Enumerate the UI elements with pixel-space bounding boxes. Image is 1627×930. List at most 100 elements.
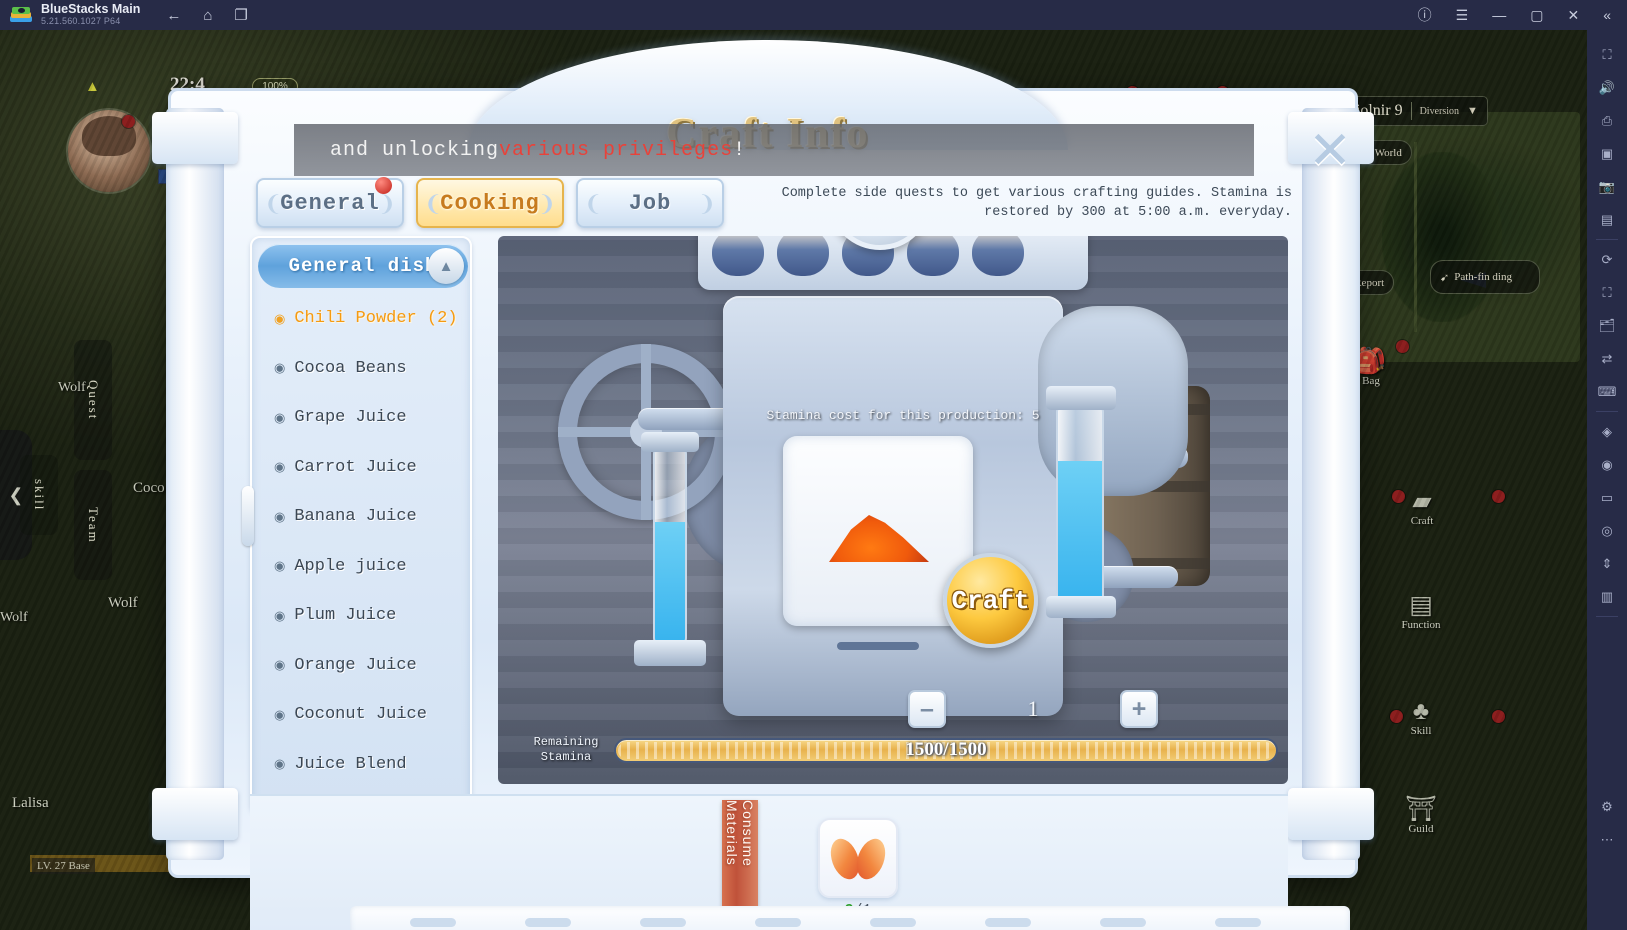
settings-icon[interactable]: ⚙ bbox=[1590, 790, 1624, 823]
more-icon[interactable]: ⋯ bbox=[1590, 823, 1624, 856]
wifi-icon: ▲ bbox=[85, 78, 100, 95]
chevron-up-icon[interactable]: ▲ bbox=[428, 248, 464, 284]
divider bbox=[1596, 411, 1618, 412]
npc-label-lalisa: Lalisa bbox=[12, 795, 49, 812]
media-manager-icon[interactable]: 🗂 bbox=[1590, 309, 1624, 342]
tab-cooking[interactable]: ❨ Cooking ❩ bbox=[416, 178, 564, 228]
home-icon[interactable]: ⌂ bbox=[203, 8, 212, 23]
recipe-name: Apple juice bbox=[294, 557, 406, 576]
category-selector[interactable]: General dish ▲ bbox=[258, 244, 468, 288]
scroll-ornament-icon: ❩ bbox=[538, 193, 556, 215]
list-item[interactable]: ◉ Grape Juice bbox=[252, 393, 472, 443]
video-record-icon[interactable]: ▣ bbox=[1590, 137, 1624, 170]
tab-general-badge bbox=[375, 177, 392, 194]
location-icon[interactable]: ◎ bbox=[1590, 514, 1624, 547]
radio-icon: ◉ bbox=[274, 756, 285, 772]
list-item[interactable]: ◉ Chili Powder (2) bbox=[252, 294, 472, 344]
maximize-icon[interactable]: ▢ bbox=[1530, 8, 1543, 22]
right-tube-cap-top bbox=[1046, 386, 1116, 410]
collapse-sidebar-icon[interactable]: « bbox=[1603, 8, 1611, 22]
eco-mode-icon[interactable]: ◈ bbox=[1590, 415, 1624, 448]
book-icon: ▤ bbox=[1378, 592, 1464, 619]
sidebar-item-team[interactable]: Team bbox=[74, 470, 112, 580]
npc-label-wolf-3: Wolf bbox=[0, 610, 28, 626]
gallery-icon[interactable]: ▤ bbox=[1590, 203, 1624, 236]
volume-icon[interactable]: 🔊 bbox=[1590, 71, 1624, 104]
craft-dot-2 bbox=[1392, 490, 1405, 503]
rotate-icon[interactable]: ⟳ bbox=[1590, 243, 1624, 276]
recents-icon[interactable]: ❐ bbox=[234, 8, 247, 23]
divider bbox=[1596, 239, 1618, 240]
sidebar-collapse-toggle[interactable]: ❮ bbox=[0, 430, 32, 560]
keyboard-icon[interactable]: ⌨ bbox=[1590, 375, 1624, 408]
camera-icon[interactable]: 📷 bbox=[1590, 170, 1624, 203]
radio-icon: ◉ bbox=[274, 608, 285, 624]
sidebar-item-quest[interactable]: Quest bbox=[74, 340, 112, 460]
sidebar-item-skill[interactable]: skill bbox=[20, 455, 58, 535]
list-item[interactable]: ◉ Cocoa Beans bbox=[252, 344, 472, 394]
npc-name: Coco bbox=[133, 480, 165, 496]
recipe-list-scrollbar[interactable] bbox=[242, 486, 254, 546]
stamina-row: Remaining Stamina 1500/1500 bbox=[518, 726, 1278, 774]
recipe-name: Plum Juice bbox=[294, 606, 396, 625]
list-item[interactable]: ◉ Plum Juice bbox=[252, 591, 472, 641]
material-slot[interactable] bbox=[818, 818, 898, 898]
remaining-stamina-label: Remaining Stamina bbox=[518, 735, 614, 765]
list-item[interactable]: ◉ Banana Juice bbox=[252, 492, 472, 542]
minimize-icon[interactable]: — bbox=[1492, 8, 1506, 22]
screenshot-icon[interactable]: ⎙ bbox=[1590, 104, 1624, 137]
gamepad-icon[interactable]: ▭ bbox=[1590, 481, 1624, 514]
list-item[interactable]: ◉ Carrot Juice bbox=[252, 443, 472, 493]
quantity-increase-button[interactable]: + bbox=[1120, 690, 1158, 728]
dialog-footer-bar bbox=[350, 906, 1350, 930]
close-window-icon[interactable]: ✕ bbox=[1567, 8, 1579, 22]
menu-craft[interactable]: ▰ Craft bbox=[1386, 488, 1458, 527]
left-tube-cap-top bbox=[641, 432, 699, 452]
chevron-down-icon[interactable]: ▼ bbox=[1467, 105, 1478, 117]
back-icon[interactable]: ← bbox=[166, 8, 181, 23]
app-version: 5.21.560.1027 P64 bbox=[41, 16, 140, 27]
pathfinding-label: Path-fin ding bbox=[1454, 271, 1512, 283]
marquee-highlight: various privileges bbox=[499, 139, 733, 162]
sync-icon[interactable]: ⇄ bbox=[1590, 342, 1624, 375]
tab-general[interactable]: ❨ General ❩ bbox=[256, 178, 404, 228]
quantity-decrease-button[interactable]: – bbox=[908, 690, 946, 728]
menu-bag-label: Bag bbox=[1362, 375, 1380, 387]
list-item[interactable]: ◉ Orange Juice bbox=[252, 641, 472, 691]
recipe-list-panel[interactable]: General dish ▲ ◉ Chili Powder (2) ◉ Coco… bbox=[250, 236, 472, 814]
dialog-left-column bbox=[166, 108, 224, 860]
close-icon[interactable]: ✕ bbox=[1296, 120, 1364, 182]
right-fluid-tube bbox=[1056, 404, 1104, 604]
menu-function[interactable]: ▤ Function bbox=[1378, 592, 1464, 631]
dialog-description: Complete side quests to get various craf… bbox=[730, 184, 1292, 222]
base-exp-label: LV. 27 Base bbox=[32, 858, 95, 874]
avatar[interactable] bbox=[68, 110, 150, 192]
macro-icon[interactable]: ◉ bbox=[1590, 448, 1624, 481]
list-item[interactable]: ◉ Apple juice bbox=[252, 542, 472, 592]
tab-job[interactable]: ❨ Job ❩ bbox=[576, 178, 724, 228]
crop-icon[interactable]: ⛶ bbox=[1590, 276, 1624, 309]
list-item[interactable]: ◉ Coconut Juice bbox=[252, 690, 472, 740]
recipe-name: Banana Juice bbox=[294, 507, 416, 526]
bag-dot bbox=[1396, 340, 1409, 353]
menu-guild[interactable]: ⛩ Guild bbox=[1386, 796, 1456, 835]
script-icon[interactable]: ▥ bbox=[1590, 580, 1624, 613]
shake-icon[interactable]: ⇕ bbox=[1590, 547, 1624, 580]
help-icon[interactable]: ⓘ bbox=[1418, 8, 1432, 22]
craft-button-label: Craft bbox=[951, 586, 1029, 616]
divider bbox=[1596, 616, 1618, 617]
fullscreen-icon[interactable]: ⛶ bbox=[1590, 38, 1624, 71]
menu-icon[interactable]: ☰ bbox=[1456, 8, 1469, 22]
list-item[interactable]: ◉ Juice Blend bbox=[252, 740, 472, 790]
world-label: World bbox=[1375, 147, 1402, 159]
plus-icon: + bbox=[1132, 698, 1147, 720]
pathfinding-pill[interactable]: ➹ Path-fin ding bbox=[1430, 260, 1540, 294]
craft-button[interactable]: Craft bbox=[943, 553, 1038, 648]
npc-name: Wolf bbox=[58, 380, 86, 395]
category-label: General dish bbox=[289, 255, 438, 277]
minimap-marker bbox=[1460, 272, 1486, 288]
scroll-ornament-icon: ❩ bbox=[698, 193, 716, 215]
craft-dot bbox=[1492, 490, 1505, 503]
npc-name: Lalisa bbox=[12, 795, 49, 811]
menu-skill[interactable]: ♣ Skill bbox=[1388, 698, 1454, 737]
